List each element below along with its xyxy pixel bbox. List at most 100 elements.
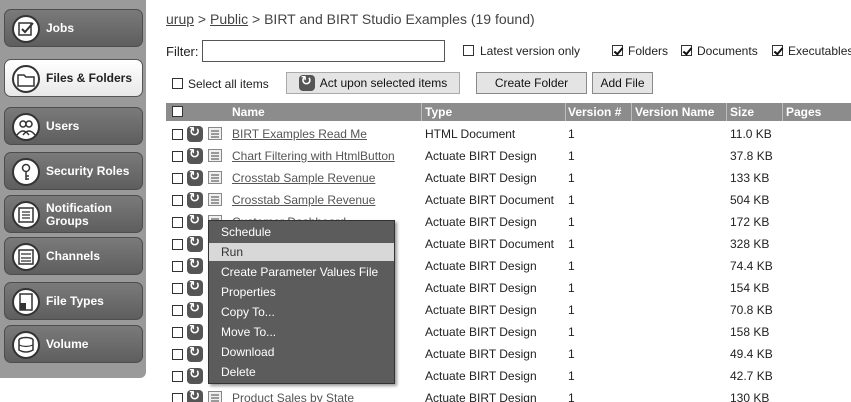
- menu-item-create-parameter-values-file[interactable]: Create Parameter Values File: [209, 263, 394, 281]
- menu-item-delete[interactable]: Delete: [209, 363, 394, 381]
- row-actions-icon[interactable]: [187, 256, 203, 274]
- version-cell: 1: [568, 259, 575, 273]
- column-header-pages[interactable]: Pages: [786, 105, 821, 119]
- breadcrumb-link-public[interactable]: Public: [210, 11, 248, 27]
- sidebar-item-channels[interactable]: Channels: [4, 237, 143, 275]
- size-cell: 11.0 KB: [730, 127, 772, 141]
- row-actions-icon[interactable]: [187, 234, 203, 252]
- menu-item-download[interactable]: Download: [209, 343, 394, 361]
- folders-checkbox[interactable]: [612, 45, 623, 56]
- table-row[interactable]: Crosstab Sample Revenue Actuate BIRT Desi…: [166, 167, 851, 189]
- documents-label: Documents: [697, 44, 758, 58]
- column-header-type[interactable]: Type: [425, 105, 452, 119]
- row-checkbox[interactable]: [172, 129, 183, 140]
- size-cell: 154 KB: [730, 281, 770, 295]
- row-actions-icon[interactable]: [187, 344, 203, 362]
- sidebar-item-users[interactable]: Users: [4, 107, 143, 145]
- header-select-checkbox[interactable]: [172, 106, 183, 117]
- documents-checkbox[interactable]: [681, 45, 692, 56]
- sidebar-item-volume[interactable]: Volume: [4, 325, 143, 363]
- row-actions-icon[interactable]: [187, 124, 203, 142]
- file-type-cell: Actuate BIRT Document: [425, 237, 554, 251]
- sidebar-item-files-folders[interactable]: Files & Folders: [4, 59, 143, 97]
- table-row[interactable]: Crosstab Sample Revenue Actuate BIRT Docu…: [166, 189, 851, 211]
- row-checkbox[interactable]: [172, 283, 183, 294]
- create-folder-button[interactable]: Create Folder: [476, 72, 587, 94]
- menu-item-run[interactable]: Run: [209, 243, 394, 261]
- row-actions-icon[interactable]: [187, 146, 203, 164]
- select-all-label: Select all items: [188, 77, 269, 91]
- refresh-icon: ↻: [298, 73, 315, 91]
- key-icon: [12, 158, 40, 186]
- row-checkbox[interactable]: [172, 305, 183, 316]
- sidebar-item-label: Volume: [46, 336, 89, 351]
- menu-item-schedule[interactable]: Schedule: [209, 223, 394, 241]
- sidebar-item-label: Security Roles: [46, 163, 130, 178]
- volume-icon: [12, 331, 40, 359]
- breadcrumb-link-urup[interactable]: urup: [166, 11, 194, 27]
- filter-label: Filter:: [166, 44, 199, 59]
- select-all-checkbox[interactable]: [172, 78, 183, 89]
- row-actions-icon[interactable]: [187, 388, 203, 402]
- sidebar-item-notification-groups[interactable]: Notification Groups: [4, 195, 143, 233]
- row-checkbox[interactable]: [172, 195, 183, 206]
- file-name-link[interactable]: Crosstab Sample Revenue: [232, 171, 375, 185]
- filter-input[interactable]: [202, 40, 445, 62]
- size-cell: 328 KB: [730, 237, 770, 251]
- file-type-icon: [208, 149, 222, 162]
- column-header-version[interactable]: Version #: [568, 105, 621, 119]
- file-name-link[interactable]: Chart Filtering with HtmlButton: [232, 149, 395, 163]
- row-actions-icon[interactable]: [187, 212, 203, 230]
- executables-label: Executables: [788, 44, 851, 58]
- row-checkbox[interactable]: [172, 393, 183, 402]
- act-upon-selected-label: Act upon selected items: [319, 76, 448, 90]
- sidebar-item-jobs[interactable]: Jobs: [4, 9, 143, 47]
- version-cell: 1: [568, 149, 575, 163]
- sidebar-item-label: File Types: [46, 293, 104, 308]
- notification-icon: [12, 201, 40, 229]
- row-actions-icon[interactable]: [187, 190, 203, 208]
- row-actions-icon[interactable]: [187, 300, 203, 318]
- row-actions-icon[interactable]: [187, 322, 203, 340]
- row-checkbox[interactable]: [172, 151, 183, 162]
- size-cell: 172 KB: [730, 215, 770, 229]
- sidebar-item-file-types[interactable]: File Types: [4, 282, 143, 320]
- row-actions-icon[interactable]: [187, 366, 203, 384]
- file-name-link[interactable]: Crosstab Sample Revenue: [232, 193, 375, 207]
- size-cell: 130 KB: [730, 391, 770, 402]
- latest-version-checkbox[interactable]: [463, 45, 474, 56]
- row-checkbox[interactable]: [172, 327, 183, 338]
- version-cell: 1: [568, 281, 575, 295]
- file-name-link[interactable]: BIRT Examples Read Me: [232, 127, 367, 141]
- column-header-size[interactable]: Size: [730, 105, 754, 119]
- row-checkbox[interactable]: [172, 239, 183, 250]
- file-name-link[interactable]: Product Sales by State: [232, 391, 354, 402]
- channels-icon: [12, 243, 40, 271]
- column-header-version-name[interactable]: Version Name: [635, 105, 714, 119]
- row-checkbox[interactable]: [172, 261, 183, 272]
- menu-item-properties[interactable]: Properties: [209, 283, 394, 301]
- executables-checkbox[interactable]: [772, 45, 783, 56]
- sidebar-item-security-roles[interactable]: Security Roles: [4, 152, 143, 190]
- folder-icon: [12, 65, 40, 93]
- row-checkbox[interactable]: [172, 217, 183, 228]
- version-cell: 1: [568, 215, 575, 229]
- size-cell: 504 KB: [730, 193, 770, 207]
- act-upon-selected-button[interactable]: ↻ Act upon selected items: [286, 72, 460, 94]
- file-type-cell: Actuate BIRT Design: [425, 391, 537, 402]
- sidebar: Jobs Files & Folders Users Security Role…: [0, 0, 158, 402]
- row-actions-icon[interactable]: [187, 168, 203, 186]
- file-type-cell: Actuate BIRT Design: [425, 215, 537, 229]
- menu-item-copy-to[interactable]: Copy To...: [209, 303, 394, 321]
- sidebar-item-label: Files & Folders: [46, 70, 133, 85]
- column-header-name[interactable]: Name: [232, 105, 265, 119]
- row-checkbox[interactable]: [172, 371, 183, 382]
- table-row[interactable]: Chart Filtering with HtmlButton Actuate B…: [166, 145, 851, 167]
- add-file-button[interactable]: Add File: [592, 72, 653, 94]
- table-row[interactable]: BIRT Examples Read Me HTML Document 1 11.0 …: [166, 123, 851, 145]
- menu-item-move-to[interactable]: Move To...: [209, 323, 394, 341]
- table-row[interactable]: Product Sales by State Actuate BIRT Desig…: [166, 387, 851, 402]
- row-actions-icon[interactable]: [187, 278, 203, 296]
- row-checkbox[interactable]: [172, 349, 183, 360]
- row-checkbox[interactable]: [172, 173, 183, 184]
